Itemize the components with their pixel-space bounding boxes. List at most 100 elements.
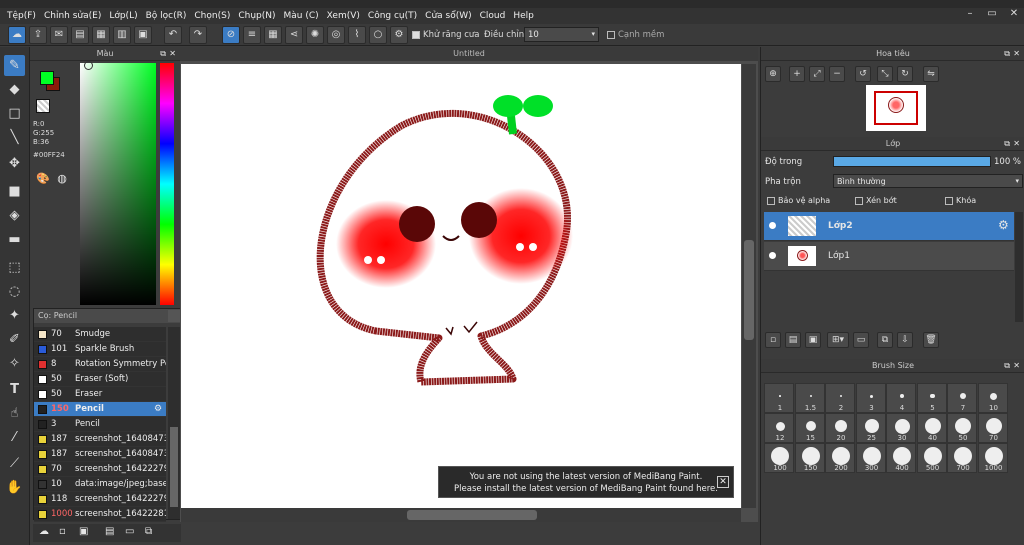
snap-circle-icon[interactable]: ◎ bbox=[327, 26, 345, 44]
brush-size-option[interactable]: 40 bbox=[916, 413, 947, 443]
brush-size-option[interactable]: 1.5 bbox=[794, 383, 825, 413]
upload-icon[interactable]: ⇪ bbox=[29, 26, 47, 44]
list-item[interactable]: 187 screenshot_16408473 bbox=[34, 447, 166, 462]
maximize-icon[interactable]: ▭ bbox=[982, 8, 1002, 24]
zoom-out-icon[interactable]: − bbox=[829, 66, 845, 82]
snap-radial-icon[interactable]: ✺ bbox=[306, 26, 324, 44]
brush-size-option[interactable]: 5 bbox=[916, 383, 947, 413]
transparent-swatch[interactable] bbox=[36, 99, 50, 113]
list-item[interactable]: 150 Pencil ⚙ bbox=[34, 402, 166, 417]
lasso-icon[interactable]: ◌ bbox=[4, 281, 25, 302]
menu-select[interactable]: Chọn(S) bbox=[193, 11, 237, 21]
brush-size-option[interactable]: 25 bbox=[855, 413, 886, 443]
move-tool-icon[interactable]: ✥ bbox=[4, 153, 25, 174]
menu-filter[interactable]: Bộ lọc(R) bbox=[145, 11, 194, 21]
menu-color[interactable]: Màu (C) bbox=[283, 11, 326, 21]
settings-icon[interactable]: ⚙ bbox=[390, 26, 408, 44]
navigator-thumbnail[interactable] bbox=[866, 85, 926, 131]
close-panel-icon[interactable]: ✕ bbox=[1013, 49, 1020, 58]
layer-row[interactable]: Lớp2 ⚙ bbox=[764, 212, 1014, 241]
opacity-slider[interactable] bbox=[833, 156, 991, 167]
menu-tools[interactable]: Công cụ(T) bbox=[367, 11, 424, 21]
drawing-canvas[interactable] bbox=[181, 64, 741, 508]
undock-icon[interactable]: ⧉ bbox=[1004, 139, 1010, 149]
brush-size-option[interactable]: 50 bbox=[947, 413, 977, 443]
undock-icon[interactable]: ⧉ bbox=[1004, 361, 1010, 371]
vertical-scrollbar[interactable] bbox=[742, 64, 756, 508]
brush-size-option[interactable]: 7 bbox=[947, 383, 977, 413]
layer-row[interactable]: Lớp1 bbox=[764, 242, 1014, 271]
fit-icon[interactable]: ⤢ bbox=[809, 66, 825, 82]
list-item[interactable]: 3 Pencil bbox=[34, 417, 166, 432]
cloud-icon[interactable]: ☁ bbox=[8, 26, 26, 44]
brush-size-option[interactable]: 1 bbox=[764, 383, 794, 413]
snap-ellipse-icon[interactable]: ○ bbox=[369, 26, 387, 44]
new-layer-8bit-icon[interactable]: ▣ bbox=[805, 332, 821, 348]
merge-layer-icon[interactable]: ⇩ bbox=[897, 332, 913, 348]
chat-icon[interactable]: ✉ bbox=[50, 26, 68, 44]
brush-size-option[interactable]: 70 bbox=[977, 413, 1008, 443]
zoom-in-icon[interactable]: + bbox=[789, 66, 805, 82]
visibility-icon[interactable] bbox=[769, 222, 776, 229]
folder-icon[interactable]: ▭ bbox=[125, 526, 134, 537]
rotate-left-icon[interactable]: ↺ bbox=[855, 66, 871, 82]
foreground-color-swatch[interactable] bbox=[40, 71, 54, 85]
brush-size-option[interactable]: 1000 bbox=[977, 443, 1008, 473]
snap-curve-icon[interactable]: ⌇ bbox=[348, 26, 366, 44]
menu-help[interactable]: Help bbox=[512, 11, 541, 21]
antialias-check-icon[interactable] bbox=[412, 30, 420, 39]
gear-icon[interactable]: ⚙ bbox=[154, 402, 162, 417]
redo-icon[interactable]: ↷ bbox=[189, 26, 207, 44]
brush-size-option[interactable]: 3 bbox=[855, 383, 886, 413]
brush-size-option[interactable]: 500 bbox=[916, 443, 947, 473]
menu-window[interactable]: Cửa sổ(W) bbox=[424, 11, 478, 21]
palette-icon[interactable]: 🎨 bbox=[35, 171, 51, 187]
magic-wand-icon[interactable]: ✦ bbox=[4, 305, 25, 326]
menu-file[interactable]: Tệp(F) bbox=[6, 11, 43, 21]
horizontal-scrollbar[interactable] bbox=[181, 508, 741, 522]
new-brush-icon[interactable]: ▫ bbox=[59, 526, 66, 537]
checkbox-icon[interactable] bbox=[855, 196, 863, 205]
select-pen-icon[interactable]: ✐ bbox=[4, 329, 25, 350]
list-item[interactable]: 118 screenshot_16422279 bbox=[34, 492, 166, 507]
brush-list-scrollbar[interactable] bbox=[168, 327, 180, 519]
brush-size-option[interactable]: 12 bbox=[764, 413, 794, 443]
brush-size-option[interactable]: 400 bbox=[886, 443, 916, 473]
scroll-thumb[interactable] bbox=[170, 427, 178, 507]
rotate-right-icon[interactable]: ↻ bbox=[897, 66, 913, 82]
brush-size-option[interactable]: 30 bbox=[886, 413, 916, 443]
snap-vanish-icon[interactable]: ⋖ bbox=[285, 26, 303, 44]
operation-tool-icon[interactable]: ☝ bbox=[4, 403, 25, 424]
sharpen-checkbox[interactable]: Cạnh mềm bbox=[607, 30, 664, 40]
rect-tool-icon[interactable]: □ bbox=[4, 103, 25, 124]
brush-size-option[interactable]: 150 bbox=[794, 443, 825, 473]
minimize-icon[interactable]: – bbox=[960, 8, 980, 24]
panel-toggle-icon[interactable] bbox=[168, 310, 180, 322]
close-window-icon[interactable]: ✕ bbox=[1004, 8, 1024, 24]
select-eraser-icon[interactable]: ✧ bbox=[4, 353, 25, 374]
brush-size-option[interactable]: 300 bbox=[855, 443, 886, 473]
layer-folder-icon[interactable]: ▭ bbox=[853, 332, 869, 348]
fill-rect-icon[interactable]: ■ bbox=[4, 181, 25, 202]
brush-size-option[interactable]: 4 bbox=[886, 383, 916, 413]
brush-size-option[interactable]: 10 bbox=[977, 383, 1008, 413]
bucket-tool-icon[interactable]: ◈ bbox=[4, 205, 25, 226]
add-brush-icon[interactable]: ▣ bbox=[79, 526, 88, 537]
line-tool-icon[interactable]: ╲ bbox=[4, 127, 25, 148]
gear-icon[interactable]: ⚙ bbox=[998, 218, 1009, 232]
visibility-icon[interactable] bbox=[769, 252, 776, 259]
close-panel-icon[interactable]: ✕ bbox=[169, 49, 176, 58]
picker-cursor-icon[interactable] bbox=[84, 61, 93, 70]
adjust-select[interactable]: 10 ▾ bbox=[524, 27, 599, 42]
grid-icon[interactable]: ▥ bbox=[113, 26, 131, 44]
eyedropper-icon[interactable]: ⁄ bbox=[4, 427, 25, 448]
brush-size-option[interactable]: 200 bbox=[825, 443, 855, 473]
lock-checkbox[interactable]: Khóa bbox=[945, 196, 976, 205]
sharpen-check-icon[interactable] bbox=[607, 30, 615, 39]
list-item[interactable]: 1000 screenshot_16422281 bbox=[34, 507, 166, 522]
clipping-checkbox[interactable]: Xén bớt bbox=[855, 196, 897, 205]
blend-select[interactable]: Bình thường ▾ bbox=[833, 174, 1023, 188]
update-notice[interactable]: You are not using the latest version of … bbox=[438, 466, 734, 498]
brush-tool-icon[interactable]: ✎ bbox=[4, 55, 25, 76]
protect-alpha-checkbox[interactable]: Bảo vệ alpha bbox=[767, 196, 830, 205]
